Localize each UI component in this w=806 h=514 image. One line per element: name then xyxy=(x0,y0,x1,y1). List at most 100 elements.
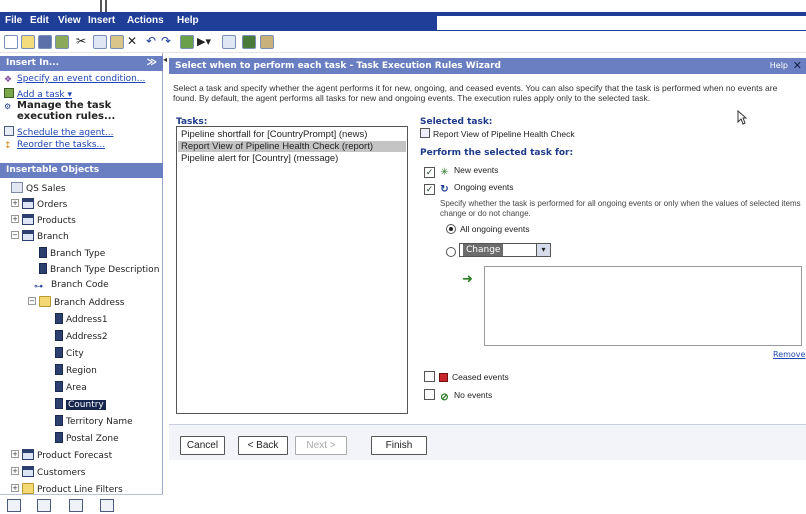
run-icon[interactable]: ▶▾ xyxy=(197,35,211,49)
wizard-intro: Select a task and specify whether the ag… xyxy=(173,83,778,103)
insert-pane-header[interactable]: Insert In... ≫ xyxy=(0,56,163,71)
attribute-icon xyxy=(55,364,63,375)
tree-item-city[interactable]: City xyxy=(55,347,84,360)
tree-item-branch-type-description[interactable]: Branch Type Description xyxy=(39,263,159,276)
properties-icon[interactable] xyxy=(55,35,69,49)
ongoing-help-text: Specify whether the task is performed fo… xyxy=(440,199,801,218)
collapse-left-icon[interactable]: ◂ xyxy=(163,55,167,64)
no-events-checkbox[interactable] xyxy=(424,389,435,400)
report-icon xyxy=(420,128,430,138)
functions-tab-icon[interactable] xyxy=(69,499,83,512)
help-link[interactable]: Help xyxy=(770,61,788,70)
chart-icon[interactable] xyxy=(180,35,194,49)
expand-icon[interactable]: + xyxy=(11,467,19,475)
wizard-button-bar: Cancel < Back Next > Finish xyxy=(169,424,806,460)
expand-icon[interactable]: + xyxy=(11,199,19,207)
insert-arrow-icon[interactable]: ➜ xyxy=(462,272,473,287)
ceased-events-checkbox[interactable] xyxy=(424,371,435,382)
tree-item-territory-name[interactable]: Territory Name xyxy=(55,415,133,428)
tree-item-postal-zone[interactable]: Postal Zone xyxy=(55,432,119,445)
copy-icon[interactable] xyxy=(93,35,107,49)
tree-item-branch-type[interactable]: Branch Type xyxy=(39,247,105,260)
expand-icon[interactable]: + xyxy=(11,450,19,458)
tree-item-branch[interactable]: − Branch xyxy=(11,230,69,243)
reorder-icon: ↕ xyxy=(4,141,12,151)
next-button[interactable]: Next > xyxy=(295,436,347,455)
menu-actions[interactable]: Actions xyxy=(127,15,164,26)
change-radio[interactable] xyxy=(446,247,456,257)
paste-icon[interactable] xyxy=(110,35,124,49)
tree-item-area[interactable]: Area xyxy=(55,381,87,394)
all-ongoing-radio[interactable] xyxy=(446,224,456,234)
new-icon[interactable] xyxy=(4,35,18,49)
values-listbox[interactable] xyxy=(484,266,802,346)
menu-insert[interactable]: Insert xyxy=(88,15,115,26)
close-icon[interactable]: ✕ xyxy=(793,59,802,72)
tree-item-region[interactable]: Region xyxy=(55,364,97,377)
tree-item-branch-code[interactable]: ⊶ Branch Code xyxy=(34,280,109,293)
tree-item-customers[interactable]: + Customers xyxy=(11,466,85,479)
change-option[interactable] xyxy=(446,247,460,257)
new-events-option[interactable]: ✓ ✳ New events xyxy=(424,165,498,179)
source-tab-icon[interactable] xyxy=(7,499,21,512)
menu-view[interactable]: View xyxy=(58,15,81,26)
tree-item-address2[interactable]: Address2 xyxy=(55,330,108,343)
tree-item-products[interactable]: + Products xyxy=(11,214,76,227)
expand-icon[interactable]: + xyxy=(11,215,19,223)
expand-icon[interactable]: + xyxy=(11,484,19,492)
grid-icon[interactable] xyxy=(222,35,236,49)
data-items-tab-icon[interactable] xyxy=(37,499,51,512)
tree-item-country[interactable]: Country xyxy=(55,398,106,411)
history-tab-icon[interactable] xyxy=(100,499,114,512)
tree-item-branch-address[interactable]: − Branch Address xyxy=(28,296,124,309)
collapse-chevron-icon[interactable]: ≫ xyxy=(147,57,157,68)
wizard-title: Select when to perform each task - Task … xyxy=(175,61,501,71)
redo-icon[interactable]: ↷ xyxy=(161,35,175,49)
toolbar: ✂ ✕ ↶ ↷ ▶▾ xyxy=(0,31,806,53)
table-icon[interactable] xyxy=(242,35,256,49)
remove-link[interactable]: Remove xyxy=(773,350,805,359)
collapse-icon[interactable]: − xyxy=(11,231,19,239)
menu-edit[interactable]: Edit xyxy=(30,15,49,26)
tree-item-address1[interactable]: Address1 xyxy=(55,313,108,326)
attribute-icon xyxy=(55,415,63,426)
tree-item-product-forecast[interactable]: + Product Forecast xyxy=(11,449,112,462)
ongoing-events-option[interactable]: ✓ ↻ Ongoing events xyxy=(424,182,514,196)
new-events-checkbox[interactable]: ✓ xyxy=(424,167,435,178)
specify-event-link[interactable]: ❖ Specify an event condition... xyxy=(4,74,145,86)
all-ongoing-option[interactable]: All ongoing events xyxy=(446,224,529,234)
tree-item-qs-sales[interactable]: QS Sales xyxy=(11,182,66,195)
cancel-button[interactable]: Cancel xyxy=(180,436,225,455)
undo-icon[interactable]: ↶ xyxy=(146,35,160,49)
schedule-agent-link[interactable]: Schedule the agent... xyxy=(4,126,113,138)
reorder-tasks-link[interactable]: ↕ Reorder the tasks... xyxy=(4,140,105,152)
open-icon[interactable] xyxy=(21,35,35,49)
tree-item-orders[interactable]: + Orders xyxy=(11,198,67,211)
cut-icon[interactable]: ✂ xyxy=(76,35,90,49)
ceased-events-icon xyxy=(439,373,448,382)
filter-icon[interactable] xyxy=(260,35,274,49)
task-item[interactable]: Report View of Pipeline Health Check (re… xyxy=(178,141,406,152)
no-events-icon: ⊘ xyxy=(440,392,449,403)
top-frame xyxy=(0,0,806,14)
attribute-icon xyxy=(39,263,47,274)
task-item[interactable]: Pipeline shortfall for [CountryPrompt] (… xyxy=(178,129,406,140)
back-button[interactable]: < Back xyxy=(238,436,288,455)
menu-help[interactable]: Help xyxy=(177,15,199,26)
change-select[interactable]: Change ▾ xyxy=(459,243,551,257)
tasks-listbox[interactable]: Pipeline shortfall for [CountryPrompt] (… xyxy=(176,126,408,414)
save-icon[interactable] xyxy=(38,35,52,49)
ongoing-events-checkbox[interactable]: ✓ xyxy=(424,184,435,195)
menu-file[interactable]: File xyxy=(5,15,22,26)
objects-pane-header: Insertable Objects xyxy=(0,163,163,178)
ceased-events-option[interactable]: Ceased events xyxy=(424,371,509,382)
delete-icon[interactable]: ✕ xyxy=(127,35,141,49)
add-task-link[interactable]: Add a task ▾ xyxy=(4,88,72,100)
attribute-icon xyxy=(55,313,63,324)
no-events-option[interactable]: ⊘ No events xyxy=(424,389,492,404)
finish-button[interactable]: Finish xyxy=(371,436,427,455)
collapse-icon[interactable]: − xyxy=(28,297,36,305)
chevron-down-icon[interactable]: ▾ xyxy=(536,244,550,256)
manage-rules-link[interactable]: ⚙ Manage the task execution rules... xyxy=(4,101,154,122)
task-item[interactable]: Pipeline alert for [Country] (message) xyxy=(178,153,406,164)
